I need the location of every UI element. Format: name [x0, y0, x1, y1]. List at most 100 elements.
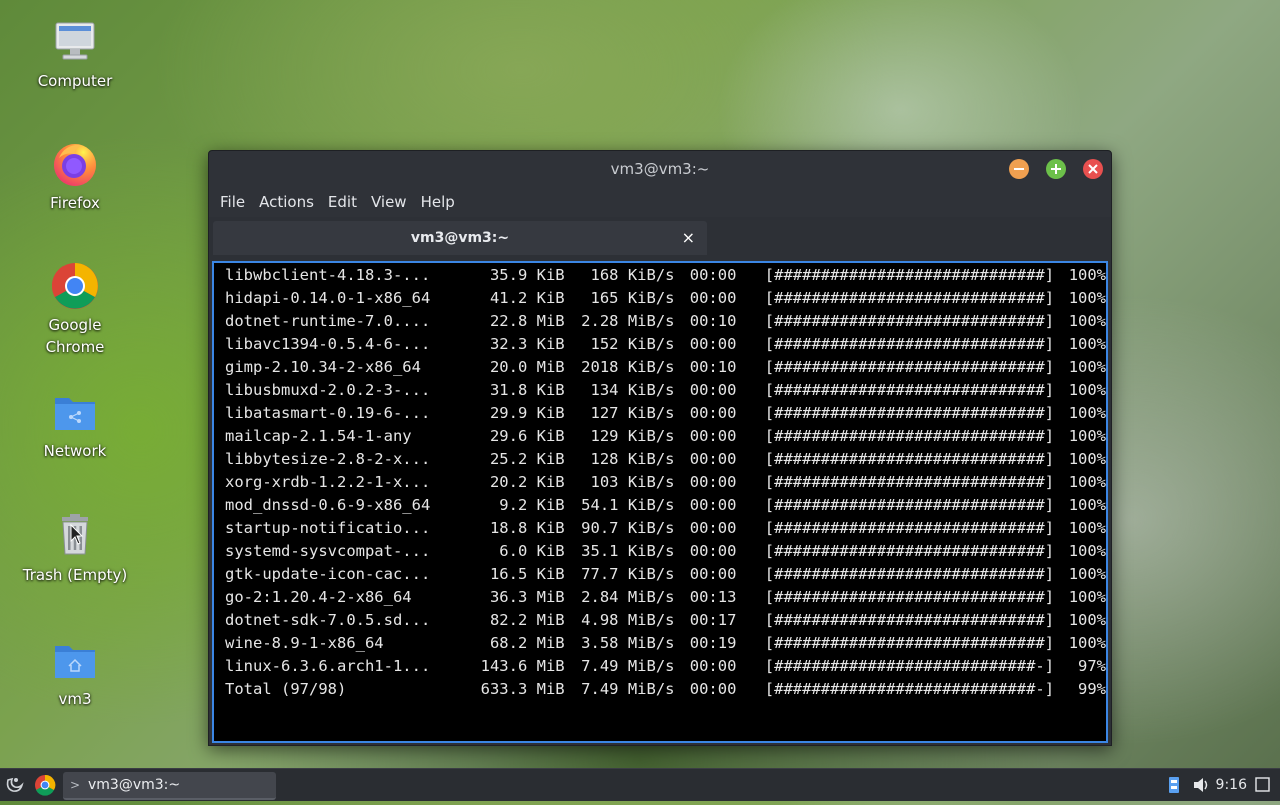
- download-size: 633.3 MiB: [480, 680, 565, 698]
- download-name: go-2:1.20.4-2-x86_64: [225, 588, 412, 606]
- download-size: 29.9 KiB: [489, 404, 565, 422]
- download-time: 00:00: [689, 404, 737, 422]
- download-pct: 100%: [1068, 634, 1107, 652]
- mouse-pointer-icon: [70, 523, 84, 550]
- close-button[interactable]: [1082, 158, 1104, 180]
- download-pct: 100%: [1068, 611, 1107, 629]
- desktop-icon-label: Trash (Empty): [22, 566, 128, 584]
- menu-edit[interactable]: Edit: [321, 187, 364, 217]
- close-icon: [1083, 159, 1103, 179]
- download-rate: 77.7 KiB/s: [581, 565, 675, 583]
- desktop-icon-chrome[interactable]: Google Chrome: [15, 262, 135, 358]
- tab-terminal[interactable]: vm3@vm3:~ ×: [213, 221, 707, 255]
- terminal-line: mailcap-2.1.54-1-any 29.6 KiB 129 KiB/s 00:…: [225, 425, 1106, 448]
- download-time: 00:00: [689, 427, 737, 445]
- download-rate: 2018 KiB/s: [581, 358, 675, 376]
- download-pct: 100%: [1068, 381, 1107, 399]
- download-time: 00:00: [689, 335, 737, 353]
- download-name: mailcap-2.1.54-1-any: [225, 427, 412, 445]
- download-size: 16.5 KiB: [489, 565, 565, 583]
- terminal-line: libatasmart-0.19-6-... 29.9 KiB 127 KiB/s 0…: [225, 402, 1106, 425]
- download-bar: [#############################]: [764, 381, 1055, 399]
- download-rate: 129 KiB/s: [590, 427, 675, 445]
- terminal-line: mod_dnssd-0.6-9-x86_64 9.2 KiB 54.1 KiB/s 0…: [225, 494, 1106, 517]
- window-title: vm3@vm3:~: [610, 160, 710, 178]
- download-size: 20.0 MiB: [489, 358, 565, 376]
- download-time: 00:00: [689, 496, 737, 514]
- terminal-line: libwbclient-4.18.3-... 35.9 KiB 168 KiB/s 0…: [225, 264, 1106, 287]
- desktop-icon-network[interactable]: Network: [15, 388, 135, 462]
- desktop-icon-label: Firefox: [50, 194, 100, 212]
- download-pct: 100%: [1068, 358, 1107, 376]
- terminal-line: startup-notificatio... 18.8 KiB 90.7 KiB/s…: [225, 517, 1106, 540]
- download-rate: 3.58 MiB/s: [581, 634, 675, 652]
- taskbar-volume[interactable]: [1192, 769, 1210, 801]
- download-name: libwbclient-4.18.3-...: [225, 266, 431, 284]
- menu-help[interactable]: Help: [414, 187, 462, 217]
- terminal-icon: >: [70, 778, 81, 792]
- desktop-icon-vm3-home[interactable]: vm3: [15, 636, 135, 710]
- download-pct: 100%: [1068, 496, 1107, 514]
- taskbar-chrome-launcher[interactable]: [34, 769, 56, 801]
- download-name: linux-6.3.6.arch1-1...: [225, 657, 431, 675]
- download-bar: [############################-]: [764, 680, 1055, 698]
- download-size: 9.2 KiB: [499, 496, 565, 514]
- terminal-line: go-2:1.20.4-2-x86_64 36.3 MiB 2.84 MiB/s 00…: [225, 586, 1106, 609]
- download-rate: 90.7 KiB/s: [581, 519, 675, 537]
- download-pct: 100%: [1068, 427, 1107, 445]
- download-rate: 165 KiB/s: [590, 289, 675, 307]
- download-name: libbytesize-2.8-2-x...: [225, 450, 431, 468]
- desktop-icon-label: Google Chrome: [45, 316, 105, 356]
- desktop-icon-firefox[interactable]: Firefox: [15, 140, 135, 214]
- home-folder-icon: [51, 636, 99, 684]
- show-desktop-button[interactable]: [1254, 769, 1272, 801]
- taskbar-task-label: vm3@vm3:~: [88, 777, 181, 793]
- download-name: xorg-xrdb-1.2.2-1-x...: [225, 473, 431, 491]
- menu-actions[interactable]: Actions: [252, 187, 321, 217]
- network-folder-icon: [51, 388, 99, 436]
- menu-view[interactable]: View: [364, 187, 414, 217]
- menu-file[interactable]: File: [213, 187, 252, 217]
- show-desktop-icon: [1255, 777, 1270, 792]
- download-rate: 4.98 MiB/s: [581, 611, 675, 629]
- download-name: gtk-update-icon-cac...: [225, 565, 431, 583]
- download-rate: 54.1 KiB/s: [581, 496, 675, 514]
- download-size: 18.8 KiB: [489, 519, 565, 537]
- download-size: 22.8 MiB: [489, 312, 565, 330]
- tab-close-icon[interactable]: ×: [682, 221, 695, 255]
- download-pct: 99%: [1078, 680, 1107, 698]
- download-size: 68.2 MiB: [489, 634, 565, 652]
- app-menu-button[interactable]: [4, 769, 26, 801]
- download-bar: [#############################]: [764, 565, 1055, 583]
- taskbar-network-tray[interactable]: [1166, 769, 1182, 801]
- desktop-icon-label: vm3: [58, 690, 92, 708]
- download-time: 00:00: [689, 473, 737, 491]
- download-time: 00:13: [689, 588, 737, 606]
- download-bar: [#############################]: [764, 450, 1055, 468]
- download-pct: 100%: [1068, 473, 1107, 491]
- terminal-line: libavc1394-0.5.4-6-... 32.3 KiB 152 KiB/s 0…: [225, 333, 1106, 356]
- download-pct: 100%: [1068, 289, 1107, 307]
- computer-icon: [51, 18, 99, 66]
- desktop-icon-computer[interactable]: Computer: [15, 18, 135, 92]
- desktop-icon-label: Network: [43, 442, 107, 460]
- download-rate: 2.84 MiB/s: [581, 588, 675, 606]
- download-bar: [#############################]: [764, 611, 1055, 629]
- taskbar-clock[interactable]: 9:16: [1216, 769, 1247, 801]
- window-titlebar[interactable]: vm3@vm3:~: [209, 151, 1111, 187]
- terminal-line: dotnet-runtime-7.0.... 22.8 MiB 2.28 MiB/s…: [225, 310, 1106, 333]
- terminal-line: dotnet-sdk-7.0.5.sd... 82.2 MiB 4.98 MiB/s…: [225, 609, 1106, 632]
- lxqt-logo-icon: [6, 777, 24, 792]
- download-name: libusbmuxd-2.0.2-3-...: [225, 381, 431, 399]
- maximize-button[interactable]: [1045, 158, 1067, 180]
- download-bar: [#############################]: [764, 588, 1055, 606]
- taskbar-task-terminal[interactable]: > vm3@vm3:~: [63, 772, 276, 800]
- taskbar: > vm3@vm3:~ 9:16: [0, 768, 1280, 801]
- download-time: 00:00: [689, 657, 737, 675]
- minimize-button[interactable]: [1008, 158, 1030, 180]
- download-rate: 7.49 MiB/s: [581, 657, 675, 675]
- download-name: dotnet-runtime-7.0....: [225, 312, 431, 330]
- terminal-output[interactable]: libwbclient-4.18.3-... 35.9 KiB 168 KiB/s 0…: [212, 261, 1108, 743]
- terminal-window[interactable]: vm3@vm3:~ File Actions Edit View Help vm…: [208, 150, 1112, 746]
- download-pct: 100%: [1068, 335, 1107, 353]
